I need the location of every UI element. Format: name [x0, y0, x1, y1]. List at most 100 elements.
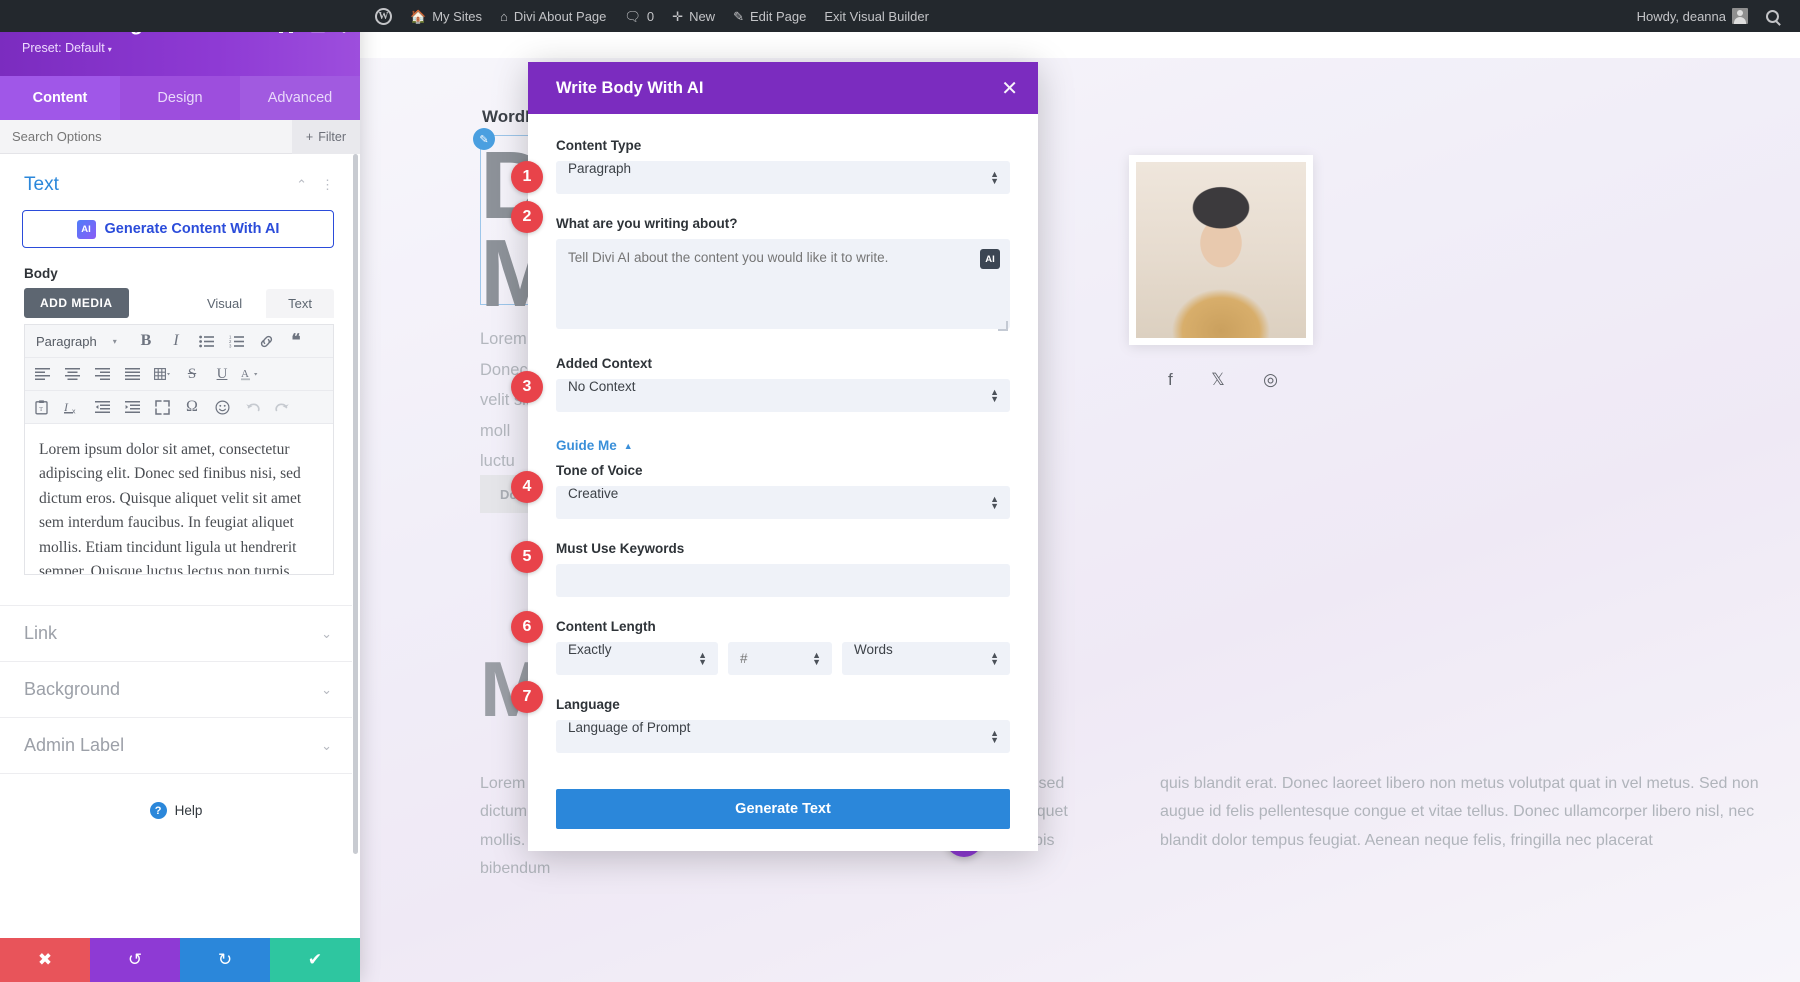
app-root: W 🏠 My Sites ⌂ Divi About Page 🗨 0 ✛ New…	[0, 0, 1800, 982]
wp-mark: W	[379, 11, 389, 22]
filter-button[interactable]: + Filter	[292, 120, 360, 154]
align-justify-icon[interactable]	[117, 362, 147, 386]
comments-menu[interactable]: 🗨 0	[615, 0, 663, 32]
language-select[interactable]: Language of Prompt	[556, 720, 1010, 753]
instagram-icon[interactable]: ◎	[1263, 370, 1278, 390]
resize-handle-icon[interactable]	[998, 321, 1008, 331]
undo-button[interactable]: ↺	[90, 938, 180, 982]
blockquote-icon[interactable]: ❝	[281, 329, 311, 353]
italic-icon[interactable]: I	[161, 329, 191, 353]
kebab-menu-icon[interactable]: ⋮	[321, 177, 334, 193]
wordpress-logo-icon: W	[375, 8, 392, 25]
help-link[interactable]: ? Help	[0, 774, 352, 819]
preset-selector[interactable]: Preset: Default▾	[22, 41, 344, 55]
emoji-icon[interactable]	[207, 395, 237, 419]
my-sites-menu[interactable]: 🏠 My Sites	[401, 0, 491, 32]
site-name-menu[interactable]: ⌂ Divi About Page	[491, 0, 615, 32]
align-left-icon[interactable]	[27, 362, 57, 386]
paragraph-format-select[interactable]: Paragraph ▾	[27, 334, 131, 349]
language-field: Language of Prompt ▲▼	[556, 720, 1010, 753]
table-icon[interactable]	[147, 362, 177, 386]
svg-text:3: 3	[229, 343, 232, 347]
content-length-mode-select[interactable]: Exactly	[556, 642, 718, 675]
redo-icon: ↻	[218, 950, 232, 970]
special-character-icon[interactable]: Ω	[177, 395, 207, 419]
admin-bar-right-group: Howdy, deanna	[1628, 0, 1800, 32]
chevron-down-icon: ⌄	[321, 682, 332, 698]
link-icon[interactable]	[251, 329, 281, 353]
text-settings-panel: Text Settings Preset: Default▾ Content D…	[0, 0, 360, 982]
redo-icon[interactable]	[267, 395, 297, 419]
ai-badge-icon: AI	[77, 220, 96, 239]
added-context-select[interactable]: No Context	[556, 379, 1010, 412]
bullet-list-icon[interactable]	[191, 329, 221, 353]
avatar	[1732, 8, 1748, 24]
content-length-amount-field: ▲▼	[728, 642, 832, 675]
align-center-icon[interactable]	[57, 362, 87, 386]
chevron-up-icon[interactable]: ⌃	[296, 177, 307, 193]
edit-page-menu[interactable]: ✎ Edit Page	[724, 0, 815, 32]
site-icon: ⌂	[500, 10, 508, 23]
clear-formatting-icon[interactable]: Ix	[57, 395, 87, 419]
social-links-row: f 𝕏 ◎	[1168, 370, 1278, 390]
add-media-button[interactable]: ADD MEDIA	[24, 288, 129, 318]
plus-icon: ✛	[672, 10, 683, 23]
content-length-amount-input[interactable]	[728, 642, 832, 675]
search-button[interactable]	[1757, 0, 1788, 32]
outdent-icon[interactable]	[87, 395, 117, 419]
save-button[interactable]: ✔	[270, 938, 360, 982]
content-type-select[interactable]: Paragraph	[556, 161, 1010, 194]
accordion-background[interactable]: Background ⌄	[0, 662, 352, 718]
numbered-list-icon[interactable]: 123	[221, 329, 251, 353]
tab-visual[interactable]: Visual	[185, 289, 264, 318]
wordpress-logo-menu[interactable]: W	[366, 0, 401, 32]
search-input[interactable]	[12, 129, 292, 144]
module-edit-icon[interactable]: ✎	[473, 128, 495, 150]
close-icon[interactable]: ✕	[995, 76, 1024, 101]
editor-toolbar-row-2: S U A	[25, 358, 333, 391]
strikethrough-icon[interactable]: S	[177, 362, 207, 386]
generate-text-button[interactable]: Generate Text	[556, 789, 1010, 829]
tab-text[interactable]: Text	[266, 289, 334, 318]
bold-icon[interactable]: B	[131, 329, 161, 353]
account-menu[interactable]: Howdy, deanna	[1628, 0, 1757, 32]
text-color-icon[interactable]: A	[237, 362, 267, 386]
ai-badge-icon[interactable]: AI	[980, 249, 1000, 269]
discard-button[interactable]: ✖	[0, 938, 90, 982]
tone-of-voice-field: Creative ▲▼	[556, 486, 1010, 519]
content-length-unit-field: Words ▲▼	[842, 642, 1010, 675]
chevron-down-icon: ⌄	[321, 626, 332, 642]
accordion-link[interactable]: Link ⌄	[0, 606, 352, 662]
body-text-editor[interactable]: Lorem ipsum dolor sit amet, consectetur …	[25, 424, 333, 574]
generate-content-with-ai-button[interactable]: AI Generate Content With AI	[22, 210, 334, 248]
underline-icon[interactable]: U	[207, 362, 237, 386]
tab-advanced[interactable]: Advanced	[240, 76, 360, 120]
accordion-admin-label[interactable]: Admin Label ⌄	[0, 718, 352, 774]
chevron-down-icon: ▾	[108, 45, 112, 54]
x-twitter-icon[interactable]: 𝕏	[1211, 370, 1225, 390]
guide-me-toggle[interactable]: Guide Me ▲	[556, 438, 633, 453]
facebook-icon[interactable]: f	[1168, 370, 1173, 390]
tab-design[interactable]: Design	[120, 76, 240, 120]
exit-visual-builder-button[interactable]: Exit Visual Builder	[815, 0, 938, 32]
settings-scrollbar[interactable]	[353, 154, 358, 854]
svg-text:T: T	[39, 407, 43, 413]
tab-content[interactable]: Content	[0, 76, 120, 120]
content-length-unit-select[interactable]: Words	[842, 642, 1010, 675]
must-use-keywords-input[interactable]	[556, 564, 1010, 597]
tone-of-voice-select[interactable]: Creative	[556, 486, 1010, 519]
tone-of-voice-label: Tone of Voice	[556, 463, 1010, 478]
filter-label: Filter	[318, 130, 346, 144]
new-content-menu[interactable]: ✛ New	[663, 0, 724, 32]
check-icon: ✔	[308, 950, 322, 970]
align-right-icon[interactable]	[87, 362, 117, 386]
undo-icon[interactable]	[237, 395, 267, 419]
fullscreen-icon[interactable]	[147, 395, 177, 419]
indent-icon[interactable]	[117, 395, 147, 419]
content-length-mode-field: Exactly ▲▼	[556, 642, 718, 675]
my-sites-icon: 🏠	[410, 10, 426, 23]
paste-as-text-icon[interactable]: T	[27, 395, 57, 419]
generate-content-with-ai-label: Generate Content With AI	[105, 221, 280, 237]
prompt-textarea[interactable]	[556, 239, 1010, 329]
redo-button[interactable]: ↻	[180, 938, 270, 982]
